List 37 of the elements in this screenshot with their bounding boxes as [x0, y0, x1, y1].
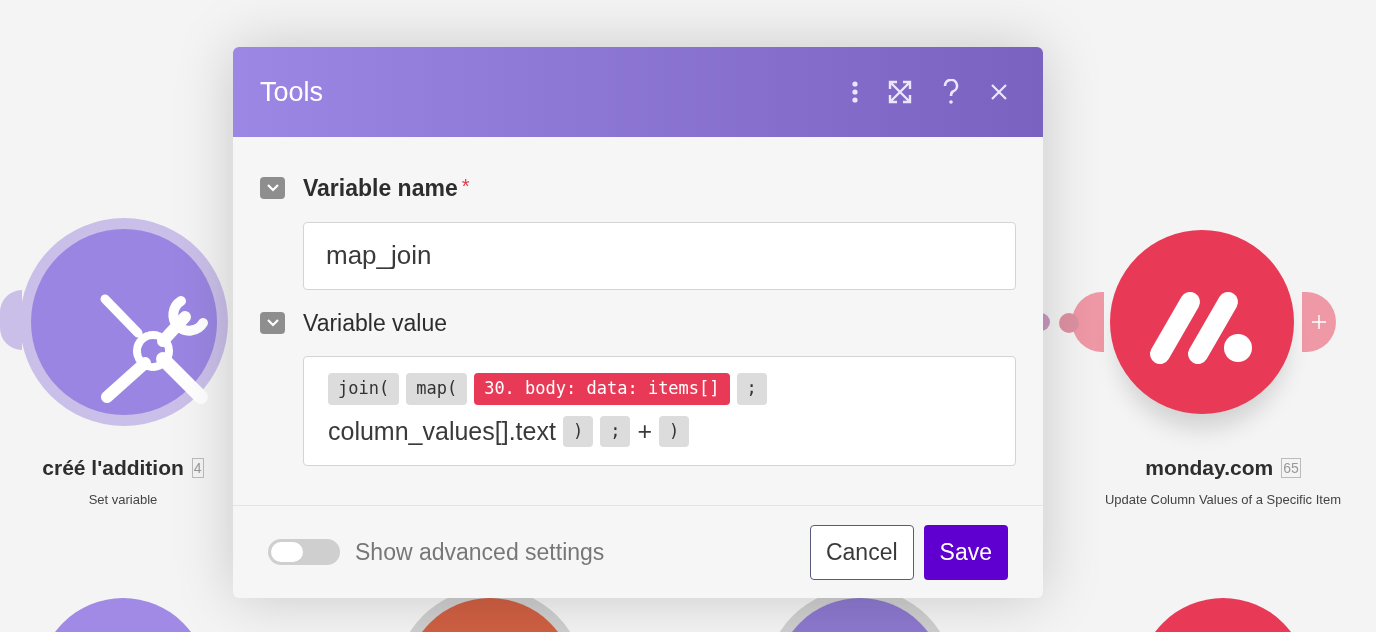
module-id: 4 [191, 457, 204, 478]
field-label: Variable value [303, 308, 448, 338]
help-icon[interactable] [942, 79, 960, 105]
module-title: monday.com [1145, 455, 1274, 481]
function-token[interactable]: ) [562, 415, 594, 447]
more-icon[interactable] [852, 81, 858, 103]
plus-icon [1311, 314, 1327, 330]
chevron-down-icon [266, 184, 279, 193]
formula-field[interactable]: join( map( 30. body: data: items[] ; column_values[].text ) ; + ) [303, 356, 1016, 466]
toggle-switch[interactable] [268, 539, 340, 565]
collapse-toggle[interactable] [260, 311, 285, 334]
connector-handle[interactable] [1072, 292, 1104, 352]
function-token[interactable]: map( [406, 373, 468, 405]
formula-text: + [637, 415, 652, 447]
save-button[interactable]: Save [923, 524, 1008, 580]
function-token[interactable]: ) [659, 415, 690, 447]
module-subtitle: Set variable [88, 490, 158, 509]
module-id: 65 [1281, 457, 1301, 478]
close-icon[interactable] [990, 83, 1008, 101]
expand-icon[interactable] [888, 80, 912, 104]
function-token[interactable]: ; [736, 373, 767, 405]
cancel-button[interactable]: Cancel [809, 524, 914, 580]
mapped-item-token[interactable]: 30. body: data: items[] [474, 373, 730, 405]
function-token[interactable]: join( [328, 373, 400, 405]
field-label: Variable name [303, 174, 458, 203]
formula-text: column_values[].text [328, 415, 556, 447]
input-field[interactable]: map_join [303, 221, 1016, 290]
toggle-label: Show advanced settings [355, 537, 606, 567]
required-asterisk: * [461, 174, 470, 199]
chevron-down-icon [266, 318, 279, 327]
collapse-toggle[interactable] [260, 177, 285, 200]
add-handle[interactable] [1302, 292, 1336, 352]
module-title: créé l'addition [42, 455, 184, 481]
function-token[interactable]: ; [600, 415, 631, 447]
dialog-title: Tools [260, 75, 325, 109]
connector-handle[interactable] [0, 290, 22, 350]
module-subtitle: Update Column Values of a Specific Item [1104, 490, 1341, 509]
